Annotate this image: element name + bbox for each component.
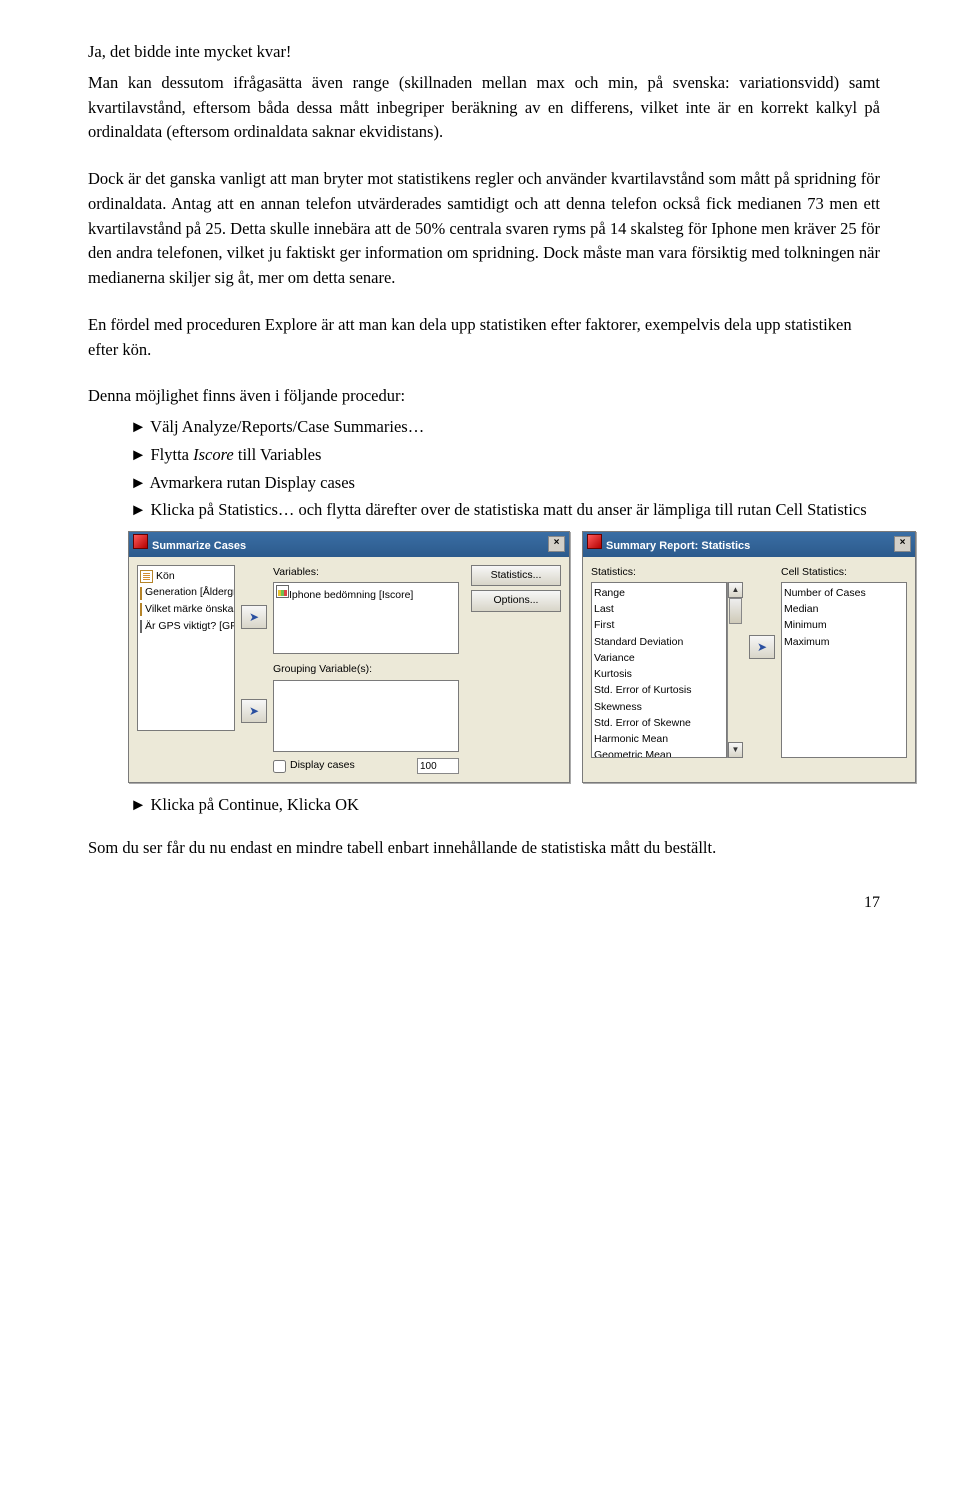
close-icon[interactable]: × (894, 536, 911, 552)
list-item[interactable]: Median (784, 602, 904, 618)
list-item[interactable]: Geometric Mean (594, 748, 724, 758)
paragraph-4a: En fördel med proceduren Explore är att … (88, 313, 880, 363)
scale-icon (276, 585, 289, 598)
list-item[interactable]: First (594, 618, 724, 634)
nominal-icon (140, 603, 142, 616)
dialog-title: Summarize Cases (152, 540, 246, 552)
nominal-icon (140, 587, 142, 600)
statistics-scrollbar[interactable]: ▲ ▼ (727, 582, 743, 758)
move-to-variables-button[interactable]: ➤ (241, 605, 267, 629)
statistics-button[interactable]: Statistics... (471, 565, 561, 587)
scroll-down-icon[interactable]: ▼ (728, 742, 743, 758)
options-button[interactable]: Options... (471, 590, 561, 612)
list-item[interactable]: Minimum (784, 618, 904, 634)
procedure-list: Välj Analyze/Reports/Case Summaries… Fly… (88, 415, 880, 523)
list-item[interactable]: Är GPS viktigt? [GPS] (140, 619, 232, 635)
list-item[interactable]: Standard Deviation (594, 635, 724, 651)
list-item[interactable]: Variance (594, 651, 724, 667)
spss-app-icon (587, 534, 602, 549)
list-item[interactable]: Harmonic Mean (594, 732, 724, 748)
list-item[interactable]: Kurtosis (594, 667, 724, 683)
bullet-3: Avmarkera rutan Display cases (130, 471, 880, 496)
summarize-cases-dialog: Summarize Cases × Kön Generation [Ålderg… (128, 531, 570, 783)
variables-list[interactable]: Iphone bedömning [Iscore] (273, 582, 459, 654)
grouping-list[interactable] (273, 680, 459, 752)
display-cases-checkbox[interactable] (273, 760, 286, 773)
statistics-label: Statistics: (591, 565, 743, 581)
grouping-label: Grouping Variable(s): (273, 662, 459, 678)
list-item[interactable]: Maximum (784, 635, 904, 651)
closing-paragraph: Som du ser får du nu endast en mindre ta… (88, 836, 880, 861)
list-item[interactable]: Std. Error of Skewne (594, 716, 724, 732)
scroll-up-icon[interactable]: ▲ (728, 582, 743, 598)
list-item[interactable]: Number of Cases (784, 586, 904, 602)
spss-dialog-row: Summarize Cases × Kön Generation [Ålderg… (128, 531, 880, 783)
display-cases-label: Display cases (290, 758, 355, 774)
dialog-titlebar[interactable]: Summarize Cases × (129, 532, 569, 557)
top-line: Ja, det bidde inte mycket kvar! (88, 40, 880, 65)
list-item[interactable]: Last (594, 602, 724, 618)
bullet-5: Klicka på Continue, Klicka OK (130, 793, 880, 818)
dialog-titlebar[interactable]: Summary Report: Statistics × (583, 532, 915, 557)
summary-report-statistics-dialog: Summary Report: Statistics × Statistics:… (582, 531, 916, 783)
page-number: 17 (88, 891, 880, 915)
variables-label: Variables: (273, 565, 459, 581)
available-statistics-list[interactable]: Range Last First Standard Deviation Vari… (591, 582, 727, 758)
bullet-2: Flytta Iscore till Variables (130, 443, 880, 468)
cell-statistics-list[interactable]: Number of Cases Median Minimum Maximum (781, 582, 907, 758)
paragraph-5: Denna möjlighet finns även i följande pr… (88, 384, 880, 409)
paragraph-3: Dock är det ganska vanligt att man bryte… (88, 167, 880, 291)
paragraph-2: Man kan dessutom ifrågasätta även range … (88, 71, 880, 145)
list-item[interactable]: Vilket märke önskas? [M... (140, 602, 232, 618)
nominal-icon (140, 570, 153, 583)
dialog-title: Summary Report: Statistics (606, 540, 750, 552)
scroll-thumb[interactable] (729, 598, 742, 624)
display-cases-number[interactable]: 100 (417, 758, 459, 774)
procedure-list-continued: Klicka på Continue, Klicka OK (88, 793, 880, 818)
list-item[interactable]: Generation [Åldergrupp] (140, 585, 232, 601)
source-variable-list[interactable]: Kön Generation [Åldergrupp] Vilket märke… (137, 565, 235, 731)
bullet-4: Klicka på Statistics… och flytta därefte… (130, 498, 880, 523)
cell-statistics-label: Cell Statistics: (781, 565, 907, 581)
list-item[interactable]: Std. Error of Kurtosis (594, 683, 724, 699)
bullet-1: Välj Analyze/Reports/Case Summaries… (130, 415, 880, 440)
move-statistic-button[interactable]: ➤ (749, 635, 775, 659)
list-item[interactable]: Kön (140, 569, 232, 585)
close-icon[interactable]: × (548, 536, 565, 552)
list-item[interactable]: Skewness (594, 700, 724, 716)
scale-icon (140, 620, 142, 633)
list-item[interactable]: Range (594, 586, 724, 602)
move-to-grouping-button[interactable]: ➤ (241, 699, 267, 723)
spss-app-icon (133, 534, 148, 549)
list-item[interactable]: Iphone bedömning [Iscore] (276, 585, 456, 604)
